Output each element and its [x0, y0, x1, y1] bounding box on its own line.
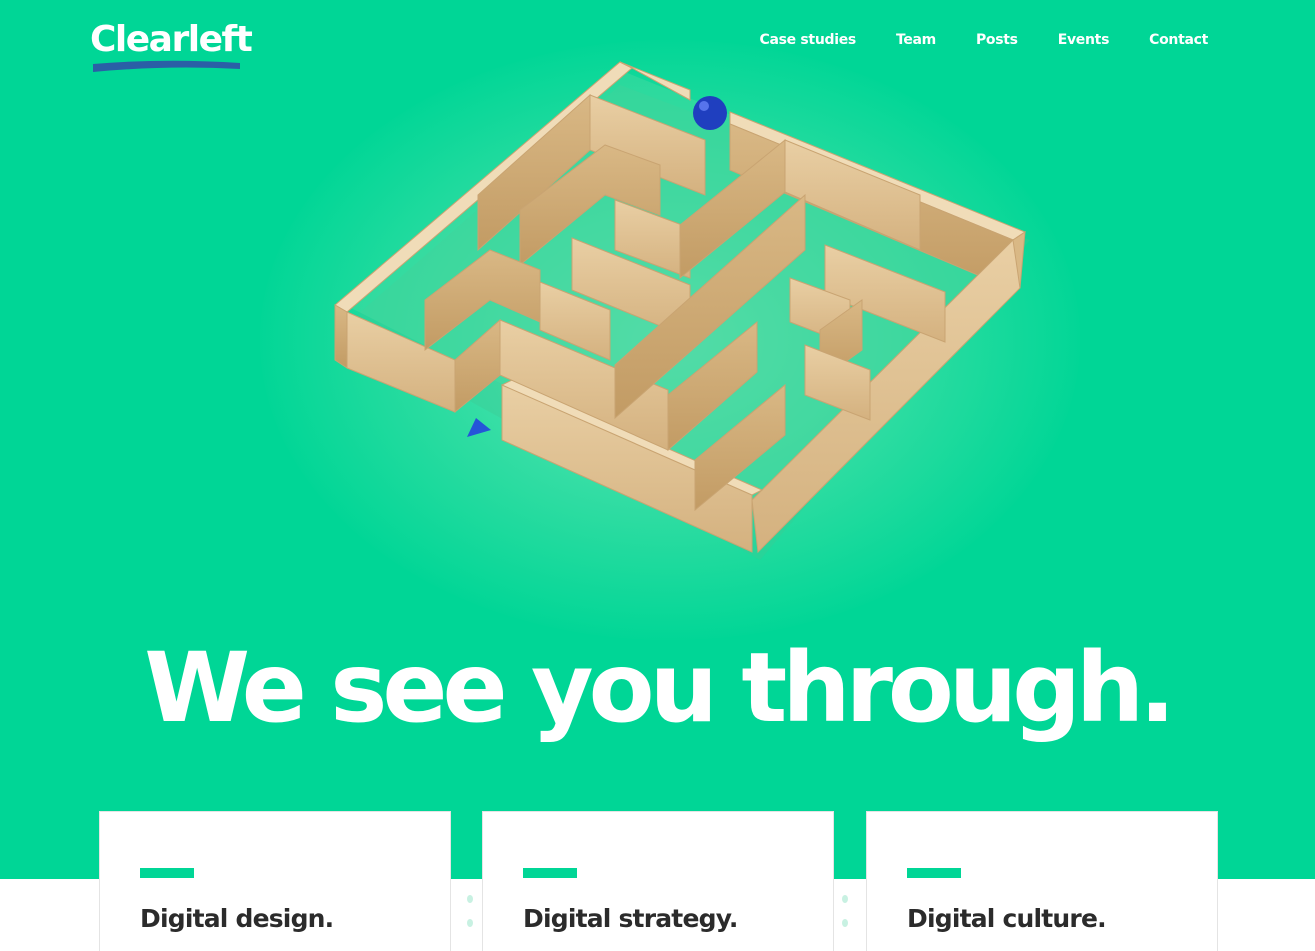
service-card-culture[interactable]: Digital culture.: [866, 811, 1218, 951]
card-title: Digital culture.: [907, 904, 1107, 933]
nav-events[interactable]: Events: [1058, 30, 1110, 50]
service-card-design[interactable]: Digital design.: [99, 811, 451, 951]
card-accent-bar: [907, 868, 961, 878]
logo-link[interactable]: Clearleft: [90, 18, 253, 76]
nav-team[interactable]: Team: [896, 30, 936, 50]
logo-underline-icon: [93, 60, 240, 72]
service-card-strategy[interactable]: Digital strategy.: [482, 811, 834, 951]
card-accent-bar: [140, 868, 194, 878]
nav-contact[interactable]: Contact: [1149, 30, 1208, 50]
hero-headline: We see you through.: [144, 632, 1175, 744]
card-title: Digital design.: [140, 904, 334, 933]
card-divider-dots: [467, 895, 475, 943]
card-divider-dots: [842, 895, 850, 943]
marble-ball: [693, 96, 727, 130]
maze-walls: [334, 61, 1027, 554]
nav-case-studies[interactable]: Case studies: [759, 30, 856, 50]
main-nav: Case studies Team Posts Events Contact: [759, 30, 1208, 50]
card-title: Digital strategy.: [523, 904, 738, 933]
card-accent-bar: [523, 868, 577, 878]
logo-wordmark: Clearleft: [90, 19, 253, 60]
start-arrow-icon: [467, 418, 491, 437]
hero-section: Clearleft Case studies Team Posts Events…: [0, 0, 1315, 879]
nav-posts[interactable]: Posts: [976, 30, 1018, 50]
maze-illustration: [334, 61, 1030, 560]
